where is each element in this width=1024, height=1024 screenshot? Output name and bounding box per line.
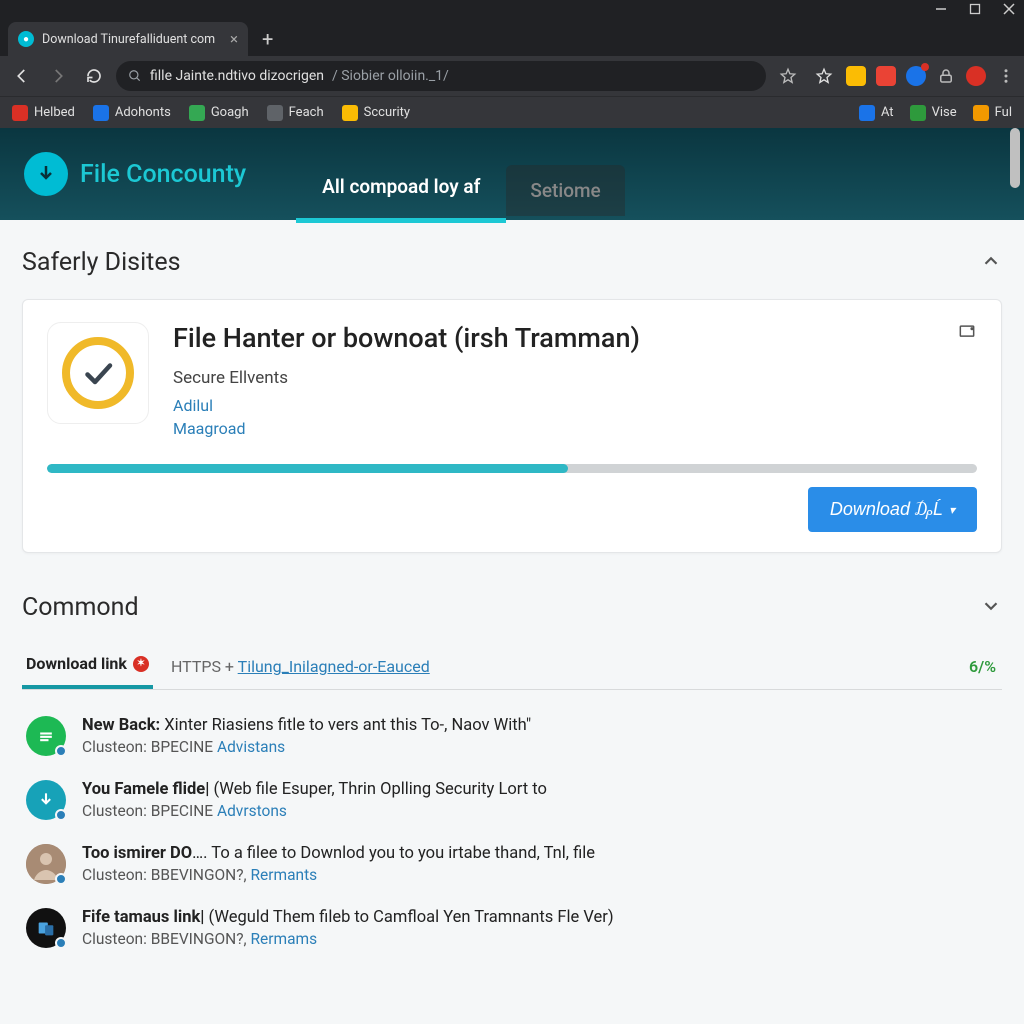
- menu-icon[interactable]: [996, 66, 1016, 86]
- tab-title: Download Tinurefalliduent com: [42, 32, 215, 47]
- tab-strip: ● Download Tinurefalliduent com × +: [0, 18, 1024, 56]
- bookmark-item[interactable]: Adohonts: [93, 105, 171, 121]
- bookmark-item[interactable]: Sccurity: [342, 105, 410, 121]
- page-content: File Concounty All compoad loy af Setiom…: [0, 128, 1024, 1024]
- list-item-icon: [26, 716, 66, 756]
- protocol-link[interactable]: Tilung_Inilagned-or-Eauced: [238, 657, 430, 676]
- card-subtitle: Secure Ellvents: [173, 368, 640, 388]
- list-item[interactable]: New Back: Xinter Riasiens fitle to vers …: [22, 704, 1002, 768]
- card-link-1[interactable]: Adilul: [173, 396, 640, 415]
- address-bar[interactable]: fille Jainte.ndtivo dizocrigen / Siobier …: [116, 61, 766, 91]
- brand[interactable]: File Concounty: [24, 152, 246, 196]
- toolbar: fille Jainte.ndtivo dizocrigen / Siobier …: [0, 56, 1024, 96]
- chevron-up-icon: [980, 250, 1002, 276]
- url-host: fille Jainte.ndtivo dizocrigen: [150, 68, 324, 84]
- list-item-icon: [26, 844, 66, 884]
- bookmark-item[interactable]: Ful: [973, 105, 1012, 121]
- bookmark-item[interactable]: Helbed: [12, 105, 75, 121]
- lock-icon[interactable]: [936, 66, 956, 86]
- count-label: 6/%: [969, 657, 1002, 676]
- protocol-label: HTTPS + Tilung_Inilagned-or-Eauced: [165, 657, 430, 676]
- ext-icon-3[interactable]: [906, 66, 926, 86]
- close-button[interactable]: [1002, 2, 1016, 16]
- result-list: New Back: Xinter Riasiens fitle to vers …: [22, 704, 1002, 960]
- reload-button[interactable]: [80, 62, 108, 90]
- tab-favicon-icon: ●: [18, 31, 34, 47]
- tab-settings[interactable]: Setiome: [506, 165, 624, 216]
- list-item[interactable]: You Famele flide| (Web file Esuper, Thri…: [22, 768, 1002, 832]
- download-button-label: Download ₯Ĺ: [830, 499, 943, 520]
- ext-icon-1[interactable]: [846, 66, 866, 86]
- section-title: Saferly Disites: [22, 248, 180, 277]
- maximize-button[interactable]: [968, 2, 982, 16]
- list-item[interactable]: Too ismirer DO…. To a filee to Downlod y…: [22, 832, 1002, 896]
- download-link-tabs: Download link ✶ HTTPS + Tilung_Inilagned…: [22, 644, 1002, 690]
- list-item-icon: [26, 780, 66, 820]
- card-title: File Hanter or bownoat (irsh Tramman): [173, 322, 640, 354]
- minimize-button[interactable]: [934, 2, 948, 16]
- ext-icon-2[interactable]: [876, 66, 896, 86]
- url-path: / Siobier olloiin._1/: [332, 68, 449, 84]
- chevron-down-icon: ▾: [949, 503, 955, 517]
- window-controls: [0, 0, 1024, 18]
- brand-logo-icon: [24, 152, 68, 196]
- new-tab-button[interactable]: +: [248, 22, 287, 56]
- scrollbar-thumb[interactable]: [1010, 128, 1020, 188]
- progress-bar: [47, 464, 977, 473]
- tab-all[interactable]: All compoad loy af: [296, 157, 506, 220]
- list-item[interactable]: Fife tamaus link| (Weguld Them fileb to …: [22, 896, 1002, 960]
- search-icon: [128, 69, 142, 83]
- download-card: File Hanter or bownoat (irsh Tramman) Se…: [22, 299, 1002, 553]
- section2-title: Commond: [22, 593, 139, 622]
- alert-icon: ✶: [133, 656, 149, 672]
- browser-tab[interactable]: ● Download Tinurefalliduent com ×: [8, 22, 248, 56]
- card-link-2[interactable]: Maagroad: [173, 419, 640, 438]
- bookmark-item[interactable]: Goagh: [189, 105, 249, 121]
- bookmarks-bar: Helbed Adohonts Goagh Feach Sccurity At Vise F…: [0, 96, 1024, 128]
- list-item-icon: [26, 908, 66, 948]
- bookmark-item[interactable]: Feach: [267, 105, 324, 121]
- ext-icon-4[interactable]: [966, 66, 986, 86]
- download-button[interactable]: Download ₯Ĺ ▾: [808, 487, 977, 532]
- extension-icons: [846, 66, 1016, 86]
- download-link-tab[interactable]: Download link ✶: [22, 644, 153, 689]
- bookmark-item[interactable]: At: [859, 105, 894, 121]
- brand-name: File Concounty: [80, 160, 246, 189]
- tab-close-icon[interactable]: ×: [230, 30, 238, 48]
- report-icon[interactable]: [957, 322, 977, 346]
- section-safely-header[interactable]: Saferly Disites: [22, 248, 1002, 277]
- bookmark-star-icon[interactable]: [810, 62, 838, 90]
- back-button[interactable]: [8, 62, 36, 90]
- file-verified-icon: [47, 322, 149, 424]
- section-commond-header[interactable]: Commond: [22, 593, 1002, 622]
- site-header: File Concounty All compoad loy af Setiom…: [0, 128, 1024, 220]
- vertical-scrollbar[interactable]: [1008, 128, 1022, 1024]
- bookmark-item[interactable]: Vise: [910, 105, 957, 121]
- forward-button[interactable]: [44, 62, 72, 90]
- star-outline-icon[interactable]: [774, 62, 802, 90]
- chevron-down-icon: [980, 595, 1002, 621]
- download-link-tab-label: Download link: [26, 654, 127, 673]
